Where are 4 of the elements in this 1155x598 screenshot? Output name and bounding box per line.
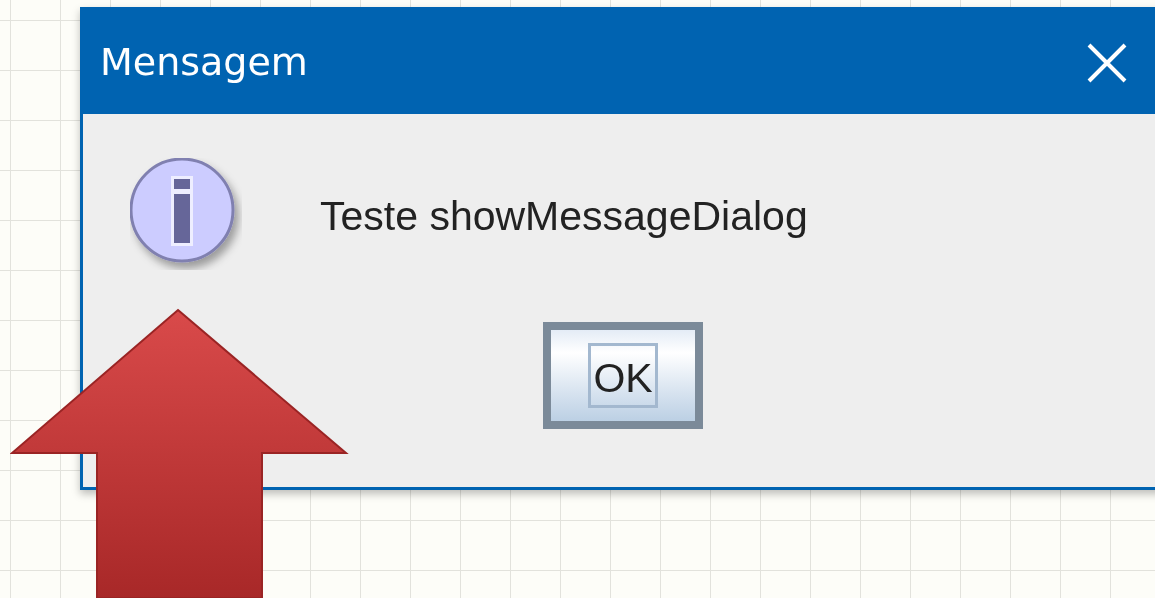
message-text: Teste showMessageDialog — [320, 193, 808, 240]
window-title: Mensagem — [100, 40, 309, 84]
close-icon[interactable] — [1086, 42, 1128, 84]
ok-button[interactable]: OK — [543, 322, 703, 429]
